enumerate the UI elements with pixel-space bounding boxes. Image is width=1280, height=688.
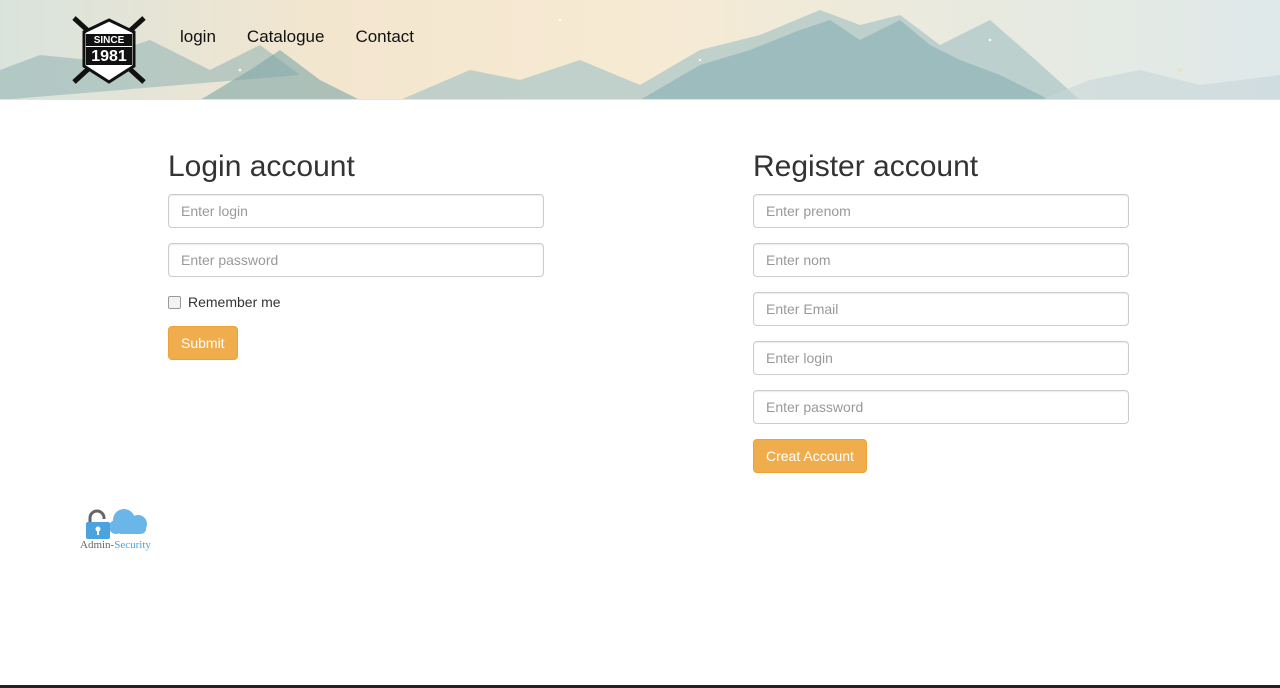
login-submit-button[interactable]: Submit [168, 326, 238, 360]
remember-me-row[interactable]: Remember me [168, 292, 544, 312]
register-email-input[interactable] [753, 292, 1129, 326]
header-banner: SINCE 1981 login Catalogue Contact [0, 0, 1280, 100]
create-account-button[interactable]: Creat Account [753, 439, 867, 473]
remember-me-checkbox[interactable] [168, 295, 181, 309]
lock-icon [86, 509, 110, 539]
login-title: Login account [168, 150, 355, 183]
mountain-background [0, 10, 1280, 99]
nav-catalogue[interactable]: Catalogue [247, 27, 325, 47]
nav-login[interactable]: login [180, 27, 216, 47]
nav-contact[interactable]: Contact [355, 27, 414, 47]
register-form: Register account Creat Account [753, 150, 1129, 473]
register-login-input[interactable] [753, 341, 1129, 375]
register-title: Register account [753, 150, 979, 183]
register-nom-input[interactable] [753, 243, 1129, 277]
remember-me-label: Remember me [188, 294, 281, 310]
logo-text-year: 1981 [91, 48, 127, 65]
logo-text-since: SINCE [93, 35, 125, 46]
login-password-input[interactable] [168, 243, 544, 277]
cloud-icon [109, 509, 147, 534]
admin-security-logo[interactable]: Admin-Security [80, 502, 164, 554]
admin-security-text: Admin-Security [80, 539, 151, 551]
register-prenom-input[interactable] [753, 194, 1129, 228]
login-username-input[interactable] [168, 194, 544, 228]
register-password-input[interactable] [753, 390, 1129, 424]
since-1981-logo[interactable]: SINCE 1981 [70, 14, 148, 88]
login-form: Login account Remember me Submit [168, 150, 544, 360]
main-nav: login Catalogue Contact [180, 27, 445, 47]
